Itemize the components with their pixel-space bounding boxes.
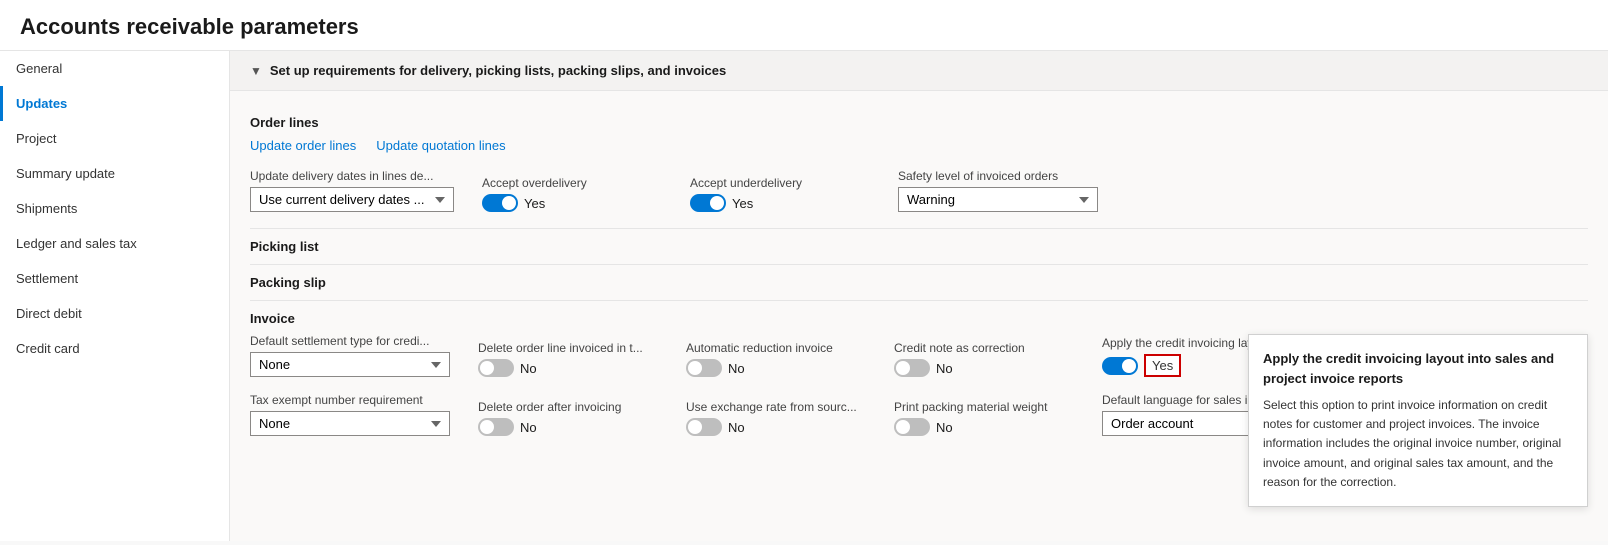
delete-order-line-value: No [520,361,537,376]
order-lines-title: Order lines [250,115,1588,130]
invoice-title: Invoice [250,311,1588,326]
tooltip-box: Apply the credit invoicing layout into s… [1248,334,1588,507]
automatic-reduction-field: Automatic reduction invoice No [686,341,866,377]
sidebar-item-project[interactable]: Project [0,121,229,156]
delete-order-after-label: Delete order after invoicing [478,400,658,414]
update-delivery-dates-field: Update delivery dates in lines de... Use… [250,169,454,212]
accept-underdelivery-field: Accept underdelivery Yes [690,176,870,212]
sidebar-item-summary-update[interactable]: Summary update [0,156,229,191]
print-packing-material-value: No [936,420,953,435]
main-content: ▼ Set up requirements for delivery, pick… [230,51,1608,541]
apply-credit-invoicing-toggle[interactable] [1102,357,1138,375]
accept-underdelivery-value: Yes [732,196,753,211]
sidebar-item-shipments[interactable]: Shipments [0,191,229,226]
safety-level-label: Safety level of invoiced orders [898,169,1098,183]
print-packing-material-field: Print packing material weight No [894,400,1074,436]
update-order-lines-link[interactable]: Update order lines [250,138,356,153]
use-exchange-rate-toggle[interactable] [686,418,722,436]
accept-overdelivery-value: Yes [524,196,545,211]
safety-level-field: Safety level of invoiced orders Warning … [898,169,1098,212]
use-exchange-rate-value: No [728,420,745,435]
accept-underdelivery-toggle[interactable] [690,194,726,212]
automatic-reduction-toggle-container: No [686,359,866,377]
print-packing-material-toggle[interactable] [894,418,930,436]
delete-order-after-toggle-container: No [478,418,658,436]
print-packing-material-toggle-container: No [894,418,1074,436]
section-title: Set up requirements for delivery, pickin… [270,63,726,78]
update-delivery-label: Update delivery dates in lines de... [250,169,454,183]
sidebar-item-ledger-sales-tax[interactable]: Ledger and sales tax [0,226,229,261]
delete-order-line-toggle[interactable] [478,359,514,377]
automatic-reduction-label: Automatic reduction invoice [686,341,866,355]
accept-overdelivery-field: Accept overdelivery Yes [482,176,662,212]
default-settlement-label: Default settlement type for credi... [250,334,450,348]
link-row: Update order lines Update quotation line… [250,138,1588,153]
tooltip-title: Apply the credit invoicing layout into s… [1263,349,1573,388]
sidebar-item-updates[interactable]: Updates [0,86,229,121]
page-title: Accounts receivable parameters [0,0,1608,51]
fields-row-1: Update delivery dates in lines de... Use… [250,169,1588,212]
use-exchange-rate-toggle-container: No [686,418,866,436]
delete-order-line-field: Delete order line invoiced in t... No [478,341,658,377]
section-header: ▼ Set up requirements for delivery, pick… [230,51,1608,91]
accept-underdelivery-label: Accept underdelivery [690,176,870,190]
credit-note-field: Credit note as correction No [894,341,1074,377]
section-body: Order lines Update order lines Update qu… [230,91,1608,468]
delete-order-after-toggle[interactable] [478,418,514,436]
default-settlement-field: Default settlement type for credi... Non… [250,334,450,377]
divider-3 [250,300,1588,301]
tax-exempt-label: Tax exempt number requirement [250,393,450,407]
automatic-reduction-value: No [728,361,745,376]
divider-1 [250,228,1588,229]
credit-note-toggle-container: No [894,359,1074,377]
delete-order-line-label: Delete order line invoiced in t... [478,341,658,355]
accept-overdelivery-toggle-container: Yes [482,194,662,212]
safety-level-select[interactable]: Warning Error None [898,187,1098,212]
collapse-icon[interactable]: ▼ [250,64,262,78]
sidebar-item-settlement[interactable]: Settlement [0,261,229,296]
delete-order-line-toggle-container: No [478,359,658,377]
use-exchange-rate-label: Use exchange rate from sourc... [686,400,866,414]
sidebar-item-credit-card[interactable]: Credit card [0,331,229,366]
update-delivery-select[interactable]: Use current delivery dates ... [250,187,454,212]
sidebar-item-general[interactable]: General [0,51,229,86]
delete-order-after-value: No [520,420,537,435]
tax-exempt-field: Tax exempt number requirement None Optio… [250,393,450,436]
tax-exempt-select[interactable]: None Optional Mandatory [250,411,450,436]
credit-note-toggle[interactable] [894,359,930,377]
accept-overdelivery-toggle[interactable] [482,194,518,212]
apply-credit-invoicing-value: Yes [1144,354,1181,377]
default-settlement-select[interactable]: None Automatic Manual [250,352,450,377]
sidebar: General Updates Project Summary update S… [0,51,230,541]
accept-underdelivery-toggle-container: Yes [690,194,870,212]
picking-list-title: Picking list [250,239,1588,254]
accept-overdelivery-label: Accept overdelivery [482,176,662,190]
fields-with-tooltip: Default settlement type for credi... Non… [250,334,1588,436]
packing-slip-title: Packing slip [250,275,1588,290]
credit-note-label: Credit note as correction [894,341,1074,355]
update-quotation-lines-link[interactable]: Update quotation lines [376,138,505,153]
print-packing-material-label: Print packing material weight [894,400,1074,414]
divider-2 [250,264,1588,265]
tooltip-body: Select this option to print invoice info… [1263,396,1573,492]
automatic-reduction-toggle[interactable] [686,359,722,377]
use-exchange-rate-field: Use exchange rate from sourc... No [686,400,866,436]
credit-note-value: No [936,361,953,376]
sidebar-item-direct-debit[interactable]: Direct debit [0,296,229,331]
delete-order-after-field: Delete order after invoicing No [478,400,658,436]
